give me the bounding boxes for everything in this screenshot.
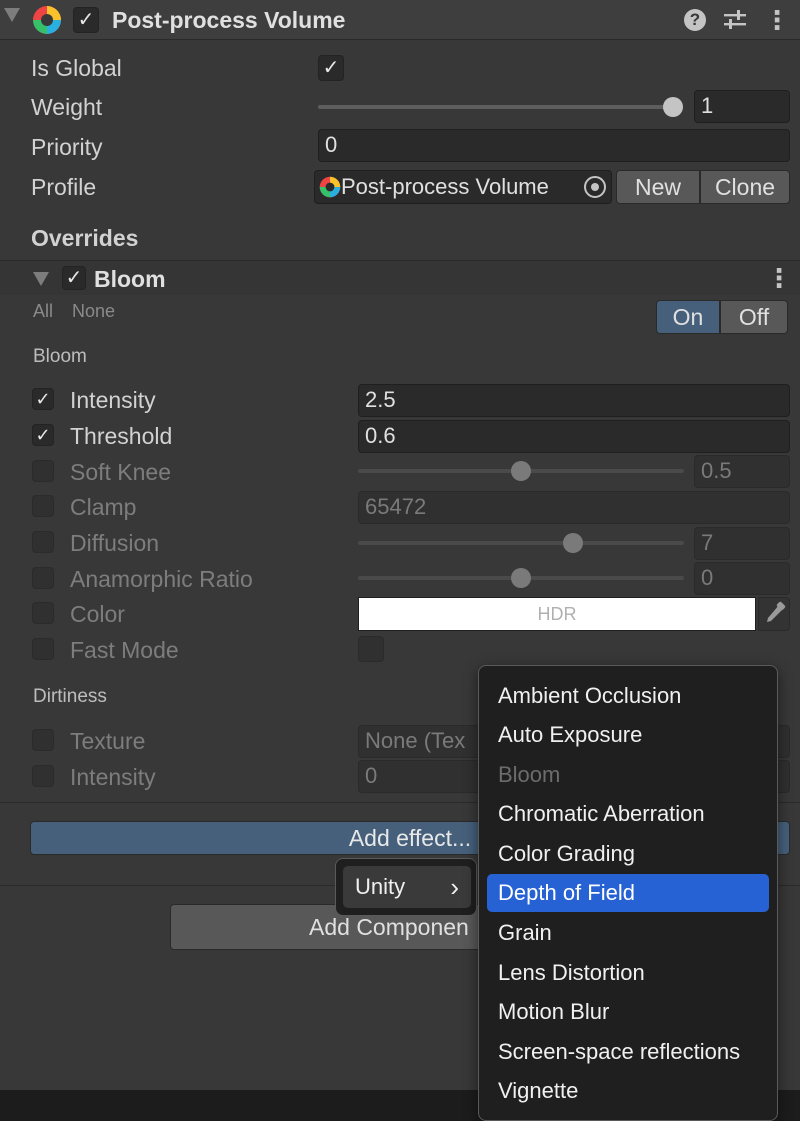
clamp-field[interactable]: 65472 [358,491,790,524]
component-enabled-checkbox[interactable]: ✓ [73,7,99,33]
menu-item-color-grading[interactable]: Color Grading [487,835,769,873]
intensity-override-checkbox[interactable]: ✓ [32,388,54,410]
clamp-override-checkbox[interactable] [32,495,54,517]
menu-item-vignette[interactable]: Vignette [487,1072,769,1110]
texture-label: Texture [70,728,146,754]
menu-item-screen-space-reflections[interactable]: Screen-space reflections [487,1033,769,1071]
diffusion-slider-knob[interactable] [563,533,583,553]
menu-item-bloom: Bloom [498,762,561,787]
color-label: Color [70,601,125,627]
bloom-section-label: Bloom [33,346,87,367]
soft-knee-field[interactable]: 0.5 [694,455,790,488]
select-none-link[interactable]: None [72,301,115,322]
anamorphic-slider-knob[interactable] [511,568,531,588]
profile-asset-icon [319,176,341,198]
is-global-label: Is Global [31,55,122,81]
post-process-volume-icon [32,5,62,35]
bloom-more-icon[interactable]: ⋮ [766,264,792,292]
profile-value: Post-process Volume [341,174,549,200]
is-global-checkbox[interactable]: ✓ [318,55,344,81]
soft-knee-override-checkbox[interactable] [32,460,54,482]
new-profile-button[interactable]: New [616,170,700,204]
select-all-link[interactable]: All [33,301,53,322]
weight-slider-track[interactable] [318,105,674,109]
menu-item-chromatic-aberration[interactable]: Chromatic Aberration [487,795,769,833]
fast-mode-override-checkbox[interactable] [32,638,54,660]
anamorphic-override-checkbox[interactable] [32,567,54,589]
dirt-intensity-override-checkbox[interactable] [32,765,54,787]
profile-label: Profile [31,174,97,200]
clone-profile-button[interactable]: Clone [700,170,790,204]
texture-override-checkbox[interactable] [32,729,54,751]
weight-slider-knob[interactable] [663,97,683,117]
fast-mode-checkbox[interactable] [358,636,384,662]
menu-item-auto-exposure[interactable]: Auto Exposure [487,716,769,754]
threshold-override-checkbox[interactable]: ✓ [32,424,54,446]
diffusion-field[interactable]: 7 [694,527,790,560]
priority-field[interactable]: 0 [318,129,790,162]
diffusion-slider-track[interactable] [358,541,684,545]
foldout-arrow-icon[interactable] [4,8,20,22]
priority-label: Priority [31,134,103,160]
menu-item-depth-of-field[interactable]: Depth of Field [487,874,769,912]
submenu-item-unity[interactable]: Unity › [343,866,471,908]
bloom-foldout-arrow-icon[interactable] [33,272,49,286]
effect-on-toggle[interactable]: On [656,300,720,334]
bloom-enabled-checkbox[interactable]: ✓ [62,266,86,290]
threshold-field[interactable]: 0.6 [358,420,790,453]
diffusion-label: Diffusion [70,530,160,556]
intensity-field[interactable]: 2.5 [358,384,790,417]
overrides-heading: Overrides [31,225,139,251]
add-effect-submenu: Unity › [335,858,477,916]
profile-field[interactable]: Post-process Volume [314,170,612,204]
eyedropper-icon[interactable] [758,597,790,631]
dirt-intensity-label: Intensity [70,764,156,790]
help-icon[interactable]: ? [684,9,706,31]
threshold-label: Threshold [70,423,173,449]
anamorphic-field[interactable]: 0 [694,562,790,595]
soft-knee-label: Soft Knee [70,459,172,485]
diffusion-override-checkbox[interactable] [32,531,54,553]
submenu-item-label: Unity [355,874,406,899]
presets-icon[interactable] [722,8,748,32]
intensity-label: Intensity [70,387,156,413]
object-picker-icon[interactable] [584,176,606,198]
chevron-right-icon: › [450,872,459,902]
weight-field[interactable]: 1 [694,90,790,123]
anamorphic-ratio-label: Anamorphic Ratio [70,566,253,592]
color-override-checkbox[interactable] [32,602,54,624]
weight-label: Weight [31,94,103,120]
color-swatch-field[interactable]: HDR [358,597,756,631]
component-title: Post-process Volume [112,7,346,33]
header-more-icon[interactable]: ⋮ [764,6,790,34]
menu-item-lens-distortion[interactable]: Lens Distortion [487,954,769,992]
effect-menu: Ambient Occlusion Auto Exposure Bloom Ch… [478,665,778,1121]
bloom-effect-title: Bloom [94,266,166,292]
effect-off-toggle[interactable]: Off [720,300,788,334]
menu-item-motion-blur[interactable]: Motion Blur [487,993,769,1031]
menu-item-grain[interactable]: Grain [487,914,769,952]
menu-item-ambient-occlusion[interactable]: Ambient Occlusion [487,677,769,715]
clamp-label: Clamp [70,494,137,520]
fast-mode-label: Fast Mode [70,637,179,663]
soft-knee-slider-knob[interactable] [511,461,531,481]
dirtiness-section-label: Dirtiness [33,686,107,707]
